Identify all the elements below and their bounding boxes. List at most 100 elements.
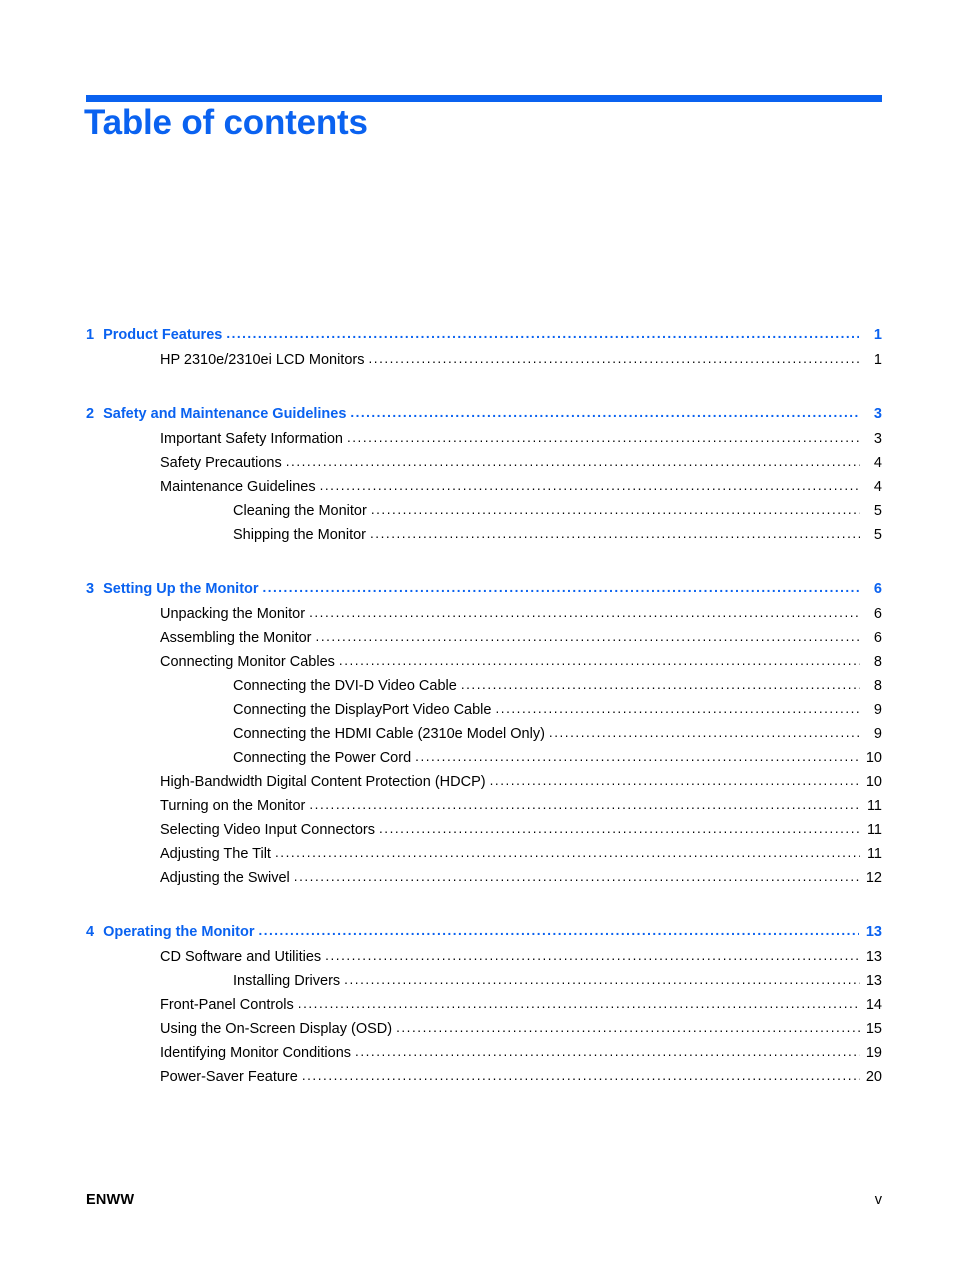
toc-entry-label: Operating the Monitor	[103, 924, 255, 940]
dot-leader: ........................................…	[309, 797, 860, 812]
toc-chapter-group: 4 Operating the Monitor..................…	[86, 919, 882, 1089]
toc-chapter-entry[interactable]: 4 Operating the Monitor..................…	[86, 919, 882, 945]
toc-section-entry[interactable]: Connecting Monitor Cables...............…	[160, 650, 882, 674]
toc-section-entry[interactable]: CD Software and Utilities...............…	[160, 945, 882, 969]
dot-leader: ........................................…	[262, 580, 859, 595]
toc-entry-page-number: 10	[865, 774, 882, 790]
toc-entry-label: Turning on the Monitor	[160, 798, 306, 814]
toc-section-entry[interactable]: Connecting the Power Cord...............…	[233, 746, 882, 770]
toc-section-entry[interactable]: Safety Precautions......................…	[160, 451, 882, 475]
dot-leader: ........................................…	[319, 478, 860, 493]
toc-entry-page-number: 13	[865, 949, 882, 965]
toc-entry-page-number: 5	[873, 527, 882, 543]
toc-section-entry[interactable]: Cleaning the Monitor....................…	[233, 499, 882, 523]
chapter-number: 1	[86, 327, 95, 343]
toc-entry-label: Connecting the HDMI Cable (2310e Model O…	[233, 726, 545, 742]
footer-page-number: v	[874, 1192, 882, 1208]
footer-locale: ENWW	[86, 1192, 135, 1208]
toc-section-entry[interactable]: Unpacking the Monitor...................…	[160, 602, 882, 626]
dot-leader: ........................................…	[355, 1044, 860, 1059]
chapter-number: 2	[86, 406, 95, 422]
dot-leader: ........................................…	[309, 605, 860, 620]
toc-entry-page-number: 6	[873, 630, 882, 646]
toc-entry-page-number: 6	[873, 581, 882, 597]
toc-section-entry[interactable]: HP 2310e/2310ei LCD Monitors............…	[160, 348, 882, 372]
toc-entry-label: Cleaning the Monitor	[233, 503, 367, 519]
toc-entry-label: Adjusting the Swivel	[160, 870, 290, 886]
toc-entry-label: Maintenance Guidelines	[160, 479, 316, 495]
toc-section-entry[interactable]: Adjusting the Swivel....................…	[160, 866, 882, 890]
toc-section-entry[interactable]: Adjusting The Tilt......................…	[160, 842, 882, 866]
toc-entry-page-number: 14	[865, 997, 882, 1013]
toc-section-entry[interactable]: Important Safety Information............…	[160, 427, 882, 451]
toc-section-entry[interactable]: Connecting the DVI-D Video Cable........…	[233, 674, 882, 698]
toc-chapter-entry[interactable]: 1 Product Features.......................…	[86, 322, 882, 348]
toc-section-entry[interactable]: High-Bandwidth Digital Content Protectio…	[160, 770, 882, 794]
dot-leader: ........................................…	[293, 869, 860, 884]
toc-entry-page-number: 4	[873, 455, 882, 471]
toc-entry-label: Selecting Video Input Connectors	[160, 822, 375, 838]
toc-entry-page-number: 3	[873, 431, 882, 447]
toc-entry-label: Product Features	[103, 327, 223, 343]
toc-entry-label: Important Safety Information	[160, 431, 343, 447]
toc-entry-page-number: 9	[873, 726, 882, 742]
toc-chapter-entry[interactable]: 2 Safety and Maintenance Guidelines......…	[86, 401, 882, 427]
toc-section-entry[interactable]: Front-Panel Controls....................…	[160, 993, 882, 1017]
toc-entry-label: Connecting the DVI-D Video Cable	[233, 678, 457, 694]
toc-chapter-entry[interactable]: 3 Setting Up the Monitor.................…	[86, 576, 882, 602]
toc-entry-label: CD Software and Utilities	[160, 949, 322, 965]
toc-entry-label: Connecting Monitor Cables	[160, 654, 335, 670]
dot-leader: ........................................…	[368, 351, 860, 366]
toc-entry-label: Setting Up the Monitor	[103, 581, 259, 597]
toc-entry-page-number: 10	[865, 750, 882, 766]
toc-entry-label: HP 2310e/2310ei LCD Monitors	[160, 352, 365, 368]
dot-leader: ........................................…	[370, 502, 860, 517]
toc-section-entry[interactable]: Assembling the Monitor..................…	[160, 626, 882, 650]
toc-section-entry[interactable]: Turning on the Monitor..................…	[160, 794, 882, 818]
toc-entry-label: Adjusting The Tilt	[160, 846, 271, 862]
toc-entry-label: Safety and Maintenance Guidelines	[103, 406, 347, 422]
page-footer: ENWW v	[86, 1192, 882, 1208]
toc-entry-page-number: 11	[866, 798, 882, 814]
toc-entry-label: Connecting the DisplayPort Video Cable	[233, 702, 492, 718]
toc-entry-page-number: 1	[873, 327, 882, 343]
toc-entry-page-number: 20	[865, 1069, 882, 1085]
toc-group-spacer	[86, 890, 882, 919]
toc-section-entry[interactable]: Identifying Monitor Conditions..........…	[160, 1041, 882, 1065]
toc-entry-label: Front-Panel Controls	[160, 997, 294, 1013]
toc-group-spacer	[86, 547, 882, 576]
toc-entry-label: Installing Drivers	[233, 973, 341, 989]
toc-entry-page-number: 4	[873, 479, 882, 495]
toc-entry-label: High-Bandwidth Digital Content Protectio…	[160, 774, 486, 790]
toc-entry-page-number: 13	[865, 924, 882, 940]
toc-section-entry[interactable]: Using the On-Screen Display (OSD).......…	[160, 1017, 882, 1041]
dot-leader: ........................................…	[226, 326, 859, 341]
toc-group-spacer	[86, 372, 882, 401]
dot-leader: ........................................…	[346, 430, 860, 445]
dot-leader: ........................................…	[274, 845, 860, 860]
dot-leader: ........................................…	[495, 701, 860, 716]
toc-entry-page-number: 5	[873, 503, 882, 519]
toc-entry-label: Using the On-Screen Display (OSD)	[160, 1021, 393, 1037]
dot-leader: ........................................…	[301, 1068, 860, 1083]
toc-section-entry[interactable]: Shipping the Monitor....................…	[233, 523, 882, 547]
toc-entry-label: Safety Precautions	[160, 455, 282, 471]
toc-section-entry[interactable]: Maintenance Guidelines..................…	[160, 475, 882, 499]
toc-entry-label: Power-Saver Feature	[160, 1069, 298, 1085]
page-title: Table of contents	[84, 103, 368, 142]
dot-leader: ........................................…	[258, 923, 859, 938]
toc-section-entry[interactable]: Selecting Video Input Connectors........…	[160, 818, 882, 842]
toc-section-entry[interactable]: Installing Drivers......................…	[233, 969, 882, 993]
toc-section-entry[interactable]: Power-Saver Feature.....................…	[160, 1065, 882, 1089]
title-rule	[86, 95, 882, 102]
toc-section-entry[interactable]: Connecting the DisplayPort Video Cable..…	[233, 698, 882, 722]
toc-chapter-group: 1 Product Features.......................…	[86, 322, 882, 372]
chapter-number: 4	[86, 924, 95, 940]
table-of-contents: 1 Product Features.......................…	[86, 322, 882, 1089]
dot-leader: ........................................…	[370, 526, 860, 541]
toc-entry-page-number: 13	[865, 973, 882, 989]
toc-entry-page-number: 15	[865, 1021, 882, 1037]
toc-section-entry[interactable]: Connecting the HDMI Cable (2310e Model O…	[233, 722, 882, 746]
toc-page: Table of contents 1 Product Features.....…	[0, 0, 954, 1270]
toc-chapter-group: 2 Safety and Maintenance Guidelines......…	[86, 401, 882, 547]
